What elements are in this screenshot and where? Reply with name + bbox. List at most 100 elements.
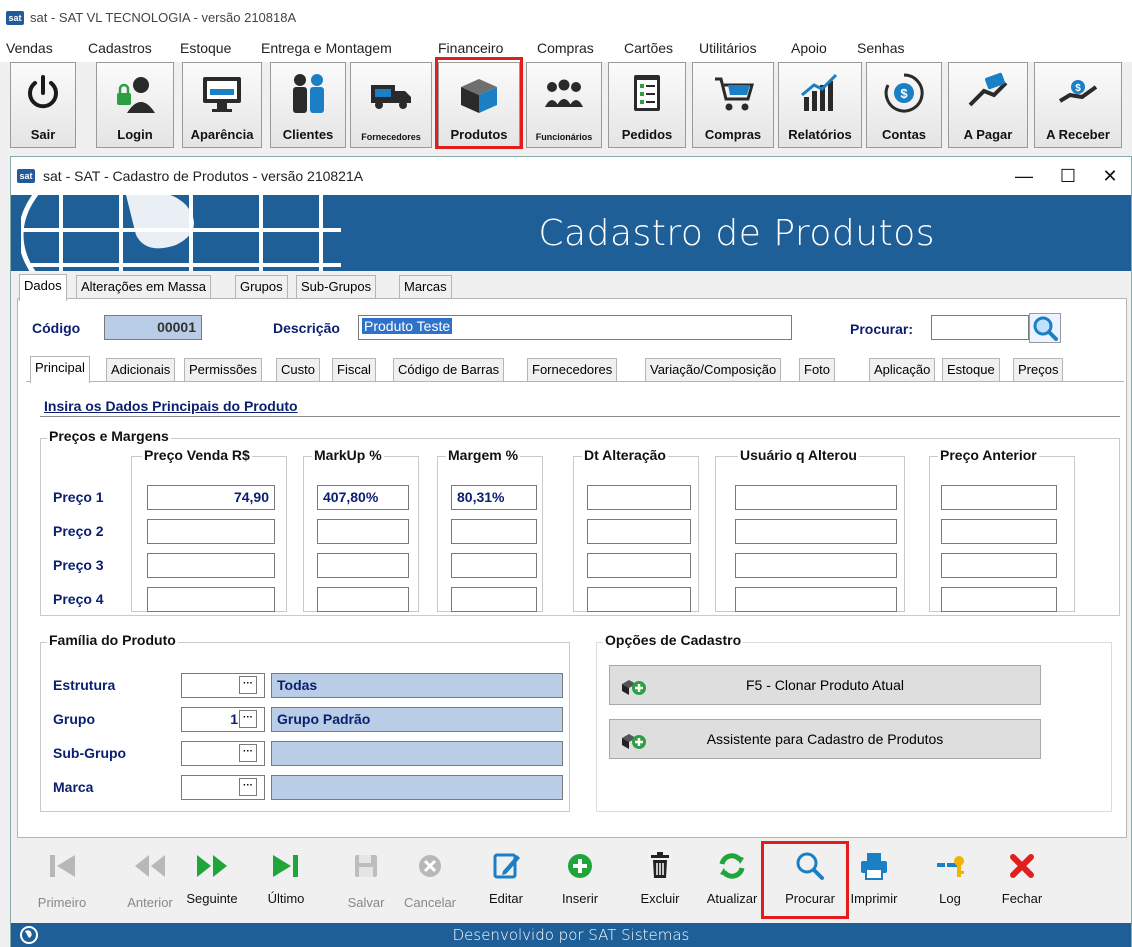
tab-sub-grupos[interactable]: Sub-Grupos [296,275,377,299]
toolbar-clientes-button[interactable]: Clientes [270,62,346,148]
preco-anterior-1[interactable] [941,485,1057,510]
svg-text:$: $ [1075,83,1081,94]
tab-permissoes[interactable]: Permissões [184,358,262,382]
usuario-1[interactable] [735,485,897,510]
tab-fiscal[interactable]: Fiscal [332,358,376,382]
tab-dados[interactable]: Dados [19,274,67,301]
margem-4[interactable] [451,587,537,612]
fechar-button[interactable]: Fechar [987,849,1057,919]
menu-utilitarios[interactable]: Utilitários [699,40,757,56]
menu-apoio[interactable]: Apoio [791,40,827,56]
margem-1[interactable]: 80,31% [451,485,537,510]
menu-senhas[interactable]: Senhas [857,40,904,56]
anterior-button[interactable]: Anterior [115,849,185,919]
sub-grupo-lookup-button[interactable]: ··· [239,744,257,762]
markup-3[interactable] [317,553,409,578]
descricao-field[interactable]: Produto Teste [358,315,792,340]
close-icon [1010,854,1034,878]
receive-icon: $ [1058,80,1098,103]
toolbar-relatorios-button[interactable]: Relatórios [778,62,862,148]
toolbar-contas-button[interactable]: $ Contas [866,62,942,148]
editar-button[interactable]: Editar [471,849,541,919]
log-button[interactable]: Log [915,849,985,919]
dados-panel: Código 00001 Descrição Produto Teste Pro… [17,298,1127,838]
seguinte-button[interactable]: Seguinte [177,849,247,919]
preco-anterior-4[interactable] [941,587,1057,612]
markup-1[interactable]: 407,80% [317,485,409,510]
ultimo-button[interactable]: Último [251,849,321,919]
procurar-button[interactable] [1029,313,1061,343]
toolbar-login-button[interactable]: Login [96,62,174,148]
preco-venda-1[interactable]: 74,90 [147,485,275,510]
close-window-button[interactable]: ✕ [1097,163,1123,189]
toolbar-a-pagar-button[interactable]: A Pagar [948,62,1028,148]
margem-2[interactable] [451,519,537,544]
toolbar-label: Pedidos [621,127,673,142]
usuario-4[interactable] [735,587,897,612]
toolbar-sair-button[interactable]: Sair [10,62,76,148]
tab-grupos[interactable]: Grupos [235,275,288,299]
codigo-field[interactable]: 00001 [104,315,202,340]
usuario-2[interactable] [735,519,897,544]
margem-3[interactable] [451,553,537,578]
atualizar-button[interactable]: Atualizar [697,849,767,919]
tab-custo[interactable]: Custo [276,358,320,382]
toolbar-a-receber-button[interactable]: $ A Receber [1034,62,1122,148]
toolbar-fornecedores-button[interactable]: Fornecedores [350,62,432,148]
menu-financeiro[interactable]: Financeiro [438,40,503,56]
marca-value[interactable] [271,775,563,800]
marca-lookup-button[interactable]: ··· [239,778,257,796]
toolbar-label: A Pagar [963,127,1013,142]
toolbar-pedidos-button[interactable]: Pedidos [608,62,686,148]
menu-cadastros[interactable]: Cadastros [88,40,152,56]
primeiro-button[interactable]: Primeiro [27,849,97,919]
grupo-value[interactable]: Grupo Padrão [271,707,563,732]
tab-precos[interactable]: Preços [1013,358,1064,382]
menu-entrega-montagem[interactable]: Entrega e Montagem [261,40,392,56]
clonar-produto-button[interactable]: F5 - Clonar Produto Atual [609,665,1041,705]
tab-fornecedores[interactable]: Fornecedores [527,358,618,382]
markup-4[interactable] [317,587,409,612]
menu-compras[interactable]: Compras [537,40,594,56]
menu-estoque[interactable]: Estoque [180,40,231,56]
grupo-lookup-button[interactable]: ··· [239,710,257,728]
maximize-button[interactable]: ☐ [1055,163,1081,189]
inserir-button[interactable]: Inserir [545,849,615,919]
tab-principal[interactable]: Principal [30,356,90,383]
dt-alteracao-2[interactable] [587,519,691,544]
excluir-button[interactable]: Excluir [625,849,695,919]
tab-codigo-barras[interactable]: Código de Barras [393,358,505,382]
minimize-button[interactable]: — [1011,163,1037,189]
cancelar-button[interactable]: Cancelar [395,849,465,919]
menu-cartoes[interactable]: Cartões [624,40,673,56]
tab-marcas[interactable]: Marcas [399,275,452,299]
preco-anterior-3[interactable] [941,553,1057,578]
tab-aplicacao[interactable]: Aplicação [869,358,936,382]
menubar: Vendas Cadastros Estoque Entrega e Monta… [0,36,1132,62]
dt-alteracao-3[interactable] [587,553,691,578]
menu-vendas[interactable]: Vendas [6,40,53,56]
salvar-button[interactable]: Salvar [331,849,401,919]
dt-alteracao-1[interactable] [587,485,691,510]
estrutura-value[interactable]: Todas [271,673,563,698]
preco-anterior-2[interactable] [941,519,1057,544]
sub-grupo-value[interactable] [271,741,563,766]
tab-alteracoes-massa[interactable]: Alterações em Massa [76,275,211,299]
tab-foto[interactable]: Foto [799,358,836,382]
procurar-field[interactable] [931,315,1029,340]
dt-alteracao-4[interactable] [587,587,691,612]
estrutura-lookup-button[interactable]: ··· [239,676,257,694]
preco-venda-2[interactable] [147,519,275,544]
toolbar-compras-button[interactable]: Compras [692,62,774,148]
preco-venda-4[interactable] [147,587,275,612]
tab-estoque[interactable]: Estoque [942,358,1000,382]
assistente-cadastro-button[interactable]: Assistente para Cadastro de Produtos [609,719,1041,759]
tab-adicionais[interactable]: Adicionais [106,358,176,382]
toolbar-aparencia-button[interactable]: Aparência [182,62,262,148]
toolbar-funcionarios-button[interactable]: Funcionários [526,62,602,148]
imprimir-button[interactable]: Imprimir [839,849,909,919]
tab-variacao-composicao[interactable]: Variação/Composição [645,358,782,382]
markup-2[interactable] [317,519,409,544]
usuario-3[interactable] [735,553,897,578]
preco-venda-3[interactable] [147,553,275,578]
